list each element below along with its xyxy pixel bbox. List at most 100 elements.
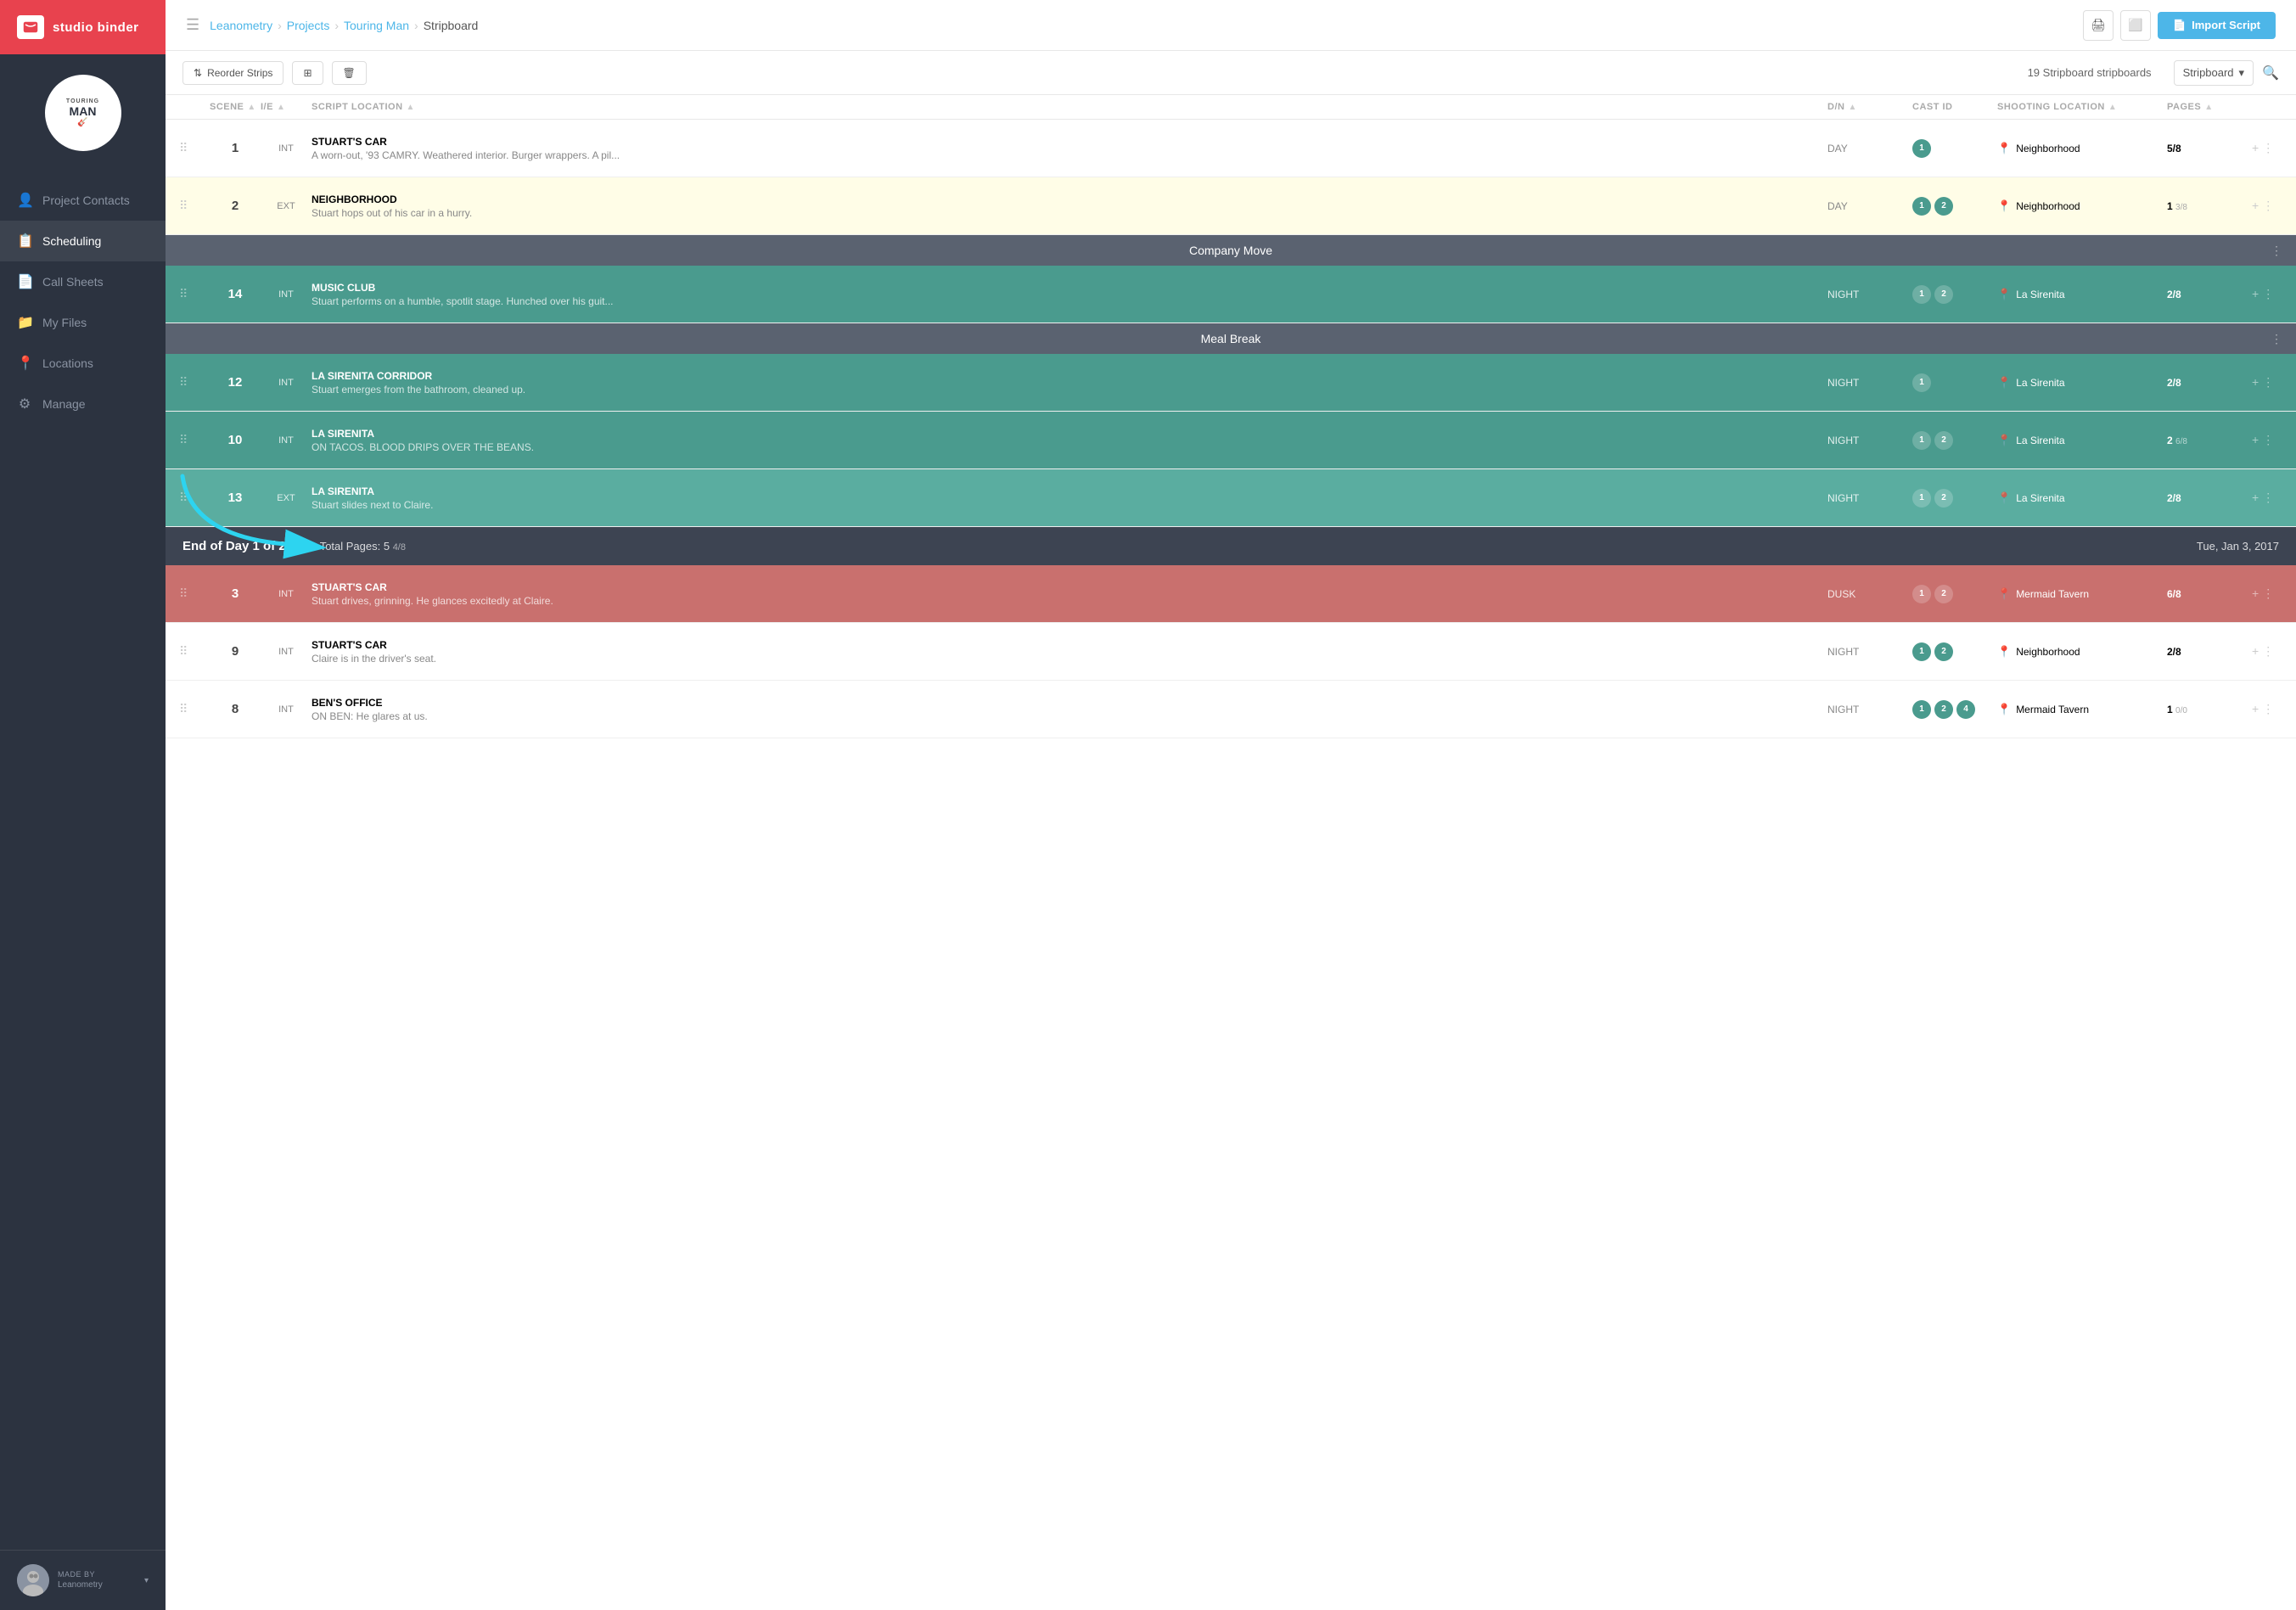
shooting-date: Tue, Jan 3, 2017 [2197, 540, 2279, 553]
sidebar: studio binder TOURING MAN 🎸 👤 Project Co… [0, 0, 166, 1610]
cast-ids: 1 2 [1912, 585, 1997, 603]
th-script-location[interactable]: SCRIPT LOCATION ▲ [312, 102, 1827, 112]
location-name: La Sirenita [2016, 492, 2064, 504]
hamburger-icon[interactable]: ☰ [186, 16, 199, 34]
th-dn[interactable]: D/N ▲ [1827, 102, 1912, 112]
ie-badge: INT [261, 647, 312, 657]
sidebar-item-manage[interactable]: ⚙ Manage [0, 384, 166, 424]
more-options-button[interactable]: ⋮ [2262, 702, 2274, 716]
scene-description: Stuart hops out of his car in a hurry. [312, 207, 1827, 219]
add-row-button[interactable]: + [2252, 375, 2259, 390]
more-options-button[interactable]: ⋮ [2262, 644, 2274, 659]
drag-handle[interactable]: ⠿ [179, 644, 210, 659]
sidebar-item-scheduling[interactable]: 📋 Scheduling [0, 221, 166, 261]
scene-info: LA SIRENITA ON TACOS. BLOOD DRIPS OVER T… [312, 428, 1827, 453]
ie-badge: EXT [261, 493, 312, 503]
cast-id-badge: 1 [1912, 642, 1931, 661]
cast-ids: 1 [1912, 373, 1997, 392]
location-pin-icon: 📍 [1997, 645, 2011, 659]
drag-handle[interactable]: ⠿ [179, 702, 210, 716]
pages: 2/8 [2167, 646, 2252, 658]
scene-info: LA SIRENITA CORRIDOR Stuart emerges from… [312, 370, 1827, 395]
delete-icon: 🗑 [343, 67, 356, 79]
more-options-button[interactable]: ⋮ [2262, 141, 2274, 155]
drag-handle[interactable]: ⠿ [179, 491, 210, 505]
drag-handle[interactable]: ⠿ [179, 141, 210, 155]
add-row-button[interactable]: + [2252, 287, 2259, 301]
more-options-button[interactable]: ⋮ [2262, 491, 2274, 505]
add-row-button[interactable]: + [2252, 141, 2259, 155]
more-options-button[interactable]: ⋮ [2262, 287, 2274, 301]
th-cast-id: CAST ID [1912, 102, 1997, 112]
view-toggle-button[interactable]: ⬜ [2120, 10, 2151, 41]
add-row-button[interactable]: + [2252, 433, 2259, 447]
add-row-button[interactable]: + [2252, 491, 2259, 505]
drag-handle[interactable]: ⠿ [179, 433, 210, 447]
cast-id-badge: 1 [1912, 285, 1931, 304]
add-strip-button[interactable]: ⊞ [292, 61, 323, 85]
scene-title: STUART'S CAR [312, 136, 1827, 148]
add-row-button[interactable]: + [2252, 199, 2259, 213]
import-script-button[interactable]: 📄 Import Script [2158, 12, 2276, 39]
add-row-button[interactable]: + [2252, 644, 2259, 659]
th-ie[interactable]: I/E ▲ [261, 102, 312, 112]
location-name: Mermaid Tavern [2016, 588, 2089, 600]
breadcrumb-current: Stripboard [424, 19, 479, 32]
breadcrumb-root[interactable]: Leanometry [210, 19, 272, 32]
sidebar-footer: MADE BY Leanometry ▾ [0, 1550, 166, 1610]
delete-strip-button[interactable]: 🗑 [332, 61, 367, 85]
chevron-down-icon[interactable]: ▾ [144, 1576, 149, 1585]
more-options-button[interactable]: ⋮ [2262, 586, 2274, 601]
drag-handle[interactable]: ⠿ [179, 287, 210, 301]
sidebar-item-call-sheets[interactable]: 📄 Call Sheets [0, 261, 166, 302]
print-button[interactable]: 🖨 [2083, 10, 2114, 41]
row-actions: + ⋮ [2252, 644, 2282, 659]
ie-badge: INT [261, 704, 312, 715]
cast-id-badge: 4 [1956, 700, 1975, 719]
main-content: ☰ Leanometry › Projects › Touring Man › … [166, 0, 2296, 1610]
add-row-button[interactable]: + [2252, 586, 2259, 601]
cast-id-badge: 2 [1934, 285, 1953, 304]
breadcrumb-sep-1: › [278, 19, 282, 32]
breadcrumb-projects[interactable]: Projects [287, 19, 330, 32]
scene-description: Stuart emerges from the bathroom, cleane… [312, 384, 1827, 395]
th-scene[interactable]: SCENE ▲ [210, 102, 261, 112]
add-row-button[interactable]: + [2252, 702, 2259, 716]
scene-title: STUART'S CAR [312, 639, 1827, 651]
header-actions: 🖨 ⬜ 📄 Import Script [2083, 10, 2276, 41]
view-select[interactable]: Stripboard ▾ [2174, 60, 2254, 86]
divider-more-options[interactable]: ⋮ [2271, 244, 2282, 258]
row-actions: + ⋮ [2252, 141, 2282, 155]
location-pin-icon: 📍 [1997, 434, 2011, 447]
pages: 2/8 [2167, 289, 2252, 300]
scene-description: Claire is in the driver's seat. [312, 653, 1827, 665]
scheduling-icon: 📋 [17, 233, 32, 250]
reorder-strips-button[interactable]: ⇅ Reorder Strips [182, 61, 283, 85]
sidebar-item-project-contacts[interactable]: 👤 Project Contacts [0, 180, 166, 221]
breadcrumb-project[interactable]: Touring Man [344, 19, 409, 32]
divider-more-options[interactable]: ⋮ [2271, 332, 2282, 346]
th-shooting-location[interactable]: SHOOTING LOCATION ▲ [1997, 102, 2167, 112]
shooting-location: 📍 La Sirenita [1997, 434, 2167, 447]
drag-handle[interactable]: ⠿ [179, 586, 210, 601]
more-options-button[interactable]: ⋮ [2262, 375, 2274, 390]
content-area: SCENE ▲ I/E ▲ SCRIPT LOCATION ▲ D/N ▲ CA… [166, 95, 2296, 1610]
drag-handle[interactable]: ⠿ [179, 199, 210, 213]
sidebar-item-my-files[interactable]: 📁 My Files [0, 302, 166, 343]
sidebar-item-locations[interactable]: 📍 Locations [0, 343, 166, 384]
search-icon[interactable]: 🔍 [2262, 65, 2279, 81]
more-options-button[interactable]: ⋮ [2262, 433, 2274, 447]
row-actions: + ⋮ [2252, 375, 2282, 390]
pages: 6/8 [2167, 588, 2252, 600]
drag-handle[interactable]: ⠿ [179, 375, 210, 390]
table-row: ⠿ 1 INT STUART'S CAR A worn-out, '93 CAM… [166, 120, 2296, 177]
more-options-button[interactable]: ⋮ [2262, 199, 2274, 213]
sidebar-item-label: Scheduling [42, 234, 101, 248]
breadcrumb: Leanometry › Projects › Touring Man › St… [210, 19, 478, 32]
avatar [17, 1564, 49, 1596]
scene-info: STUART'S CAR Claire is in the driver's s… [312, 639, 1827, 665]
cast-id-badge: 1 [1912, 431, 1931, 450]
sort-icon: ▲ [2204, 103, 2213, 112]
th-pages[interactable]: PAGES ▲ [2167, 102, 2252, 112]
location-pin-icon: 📍 [1997, 288, 2011, 301]
